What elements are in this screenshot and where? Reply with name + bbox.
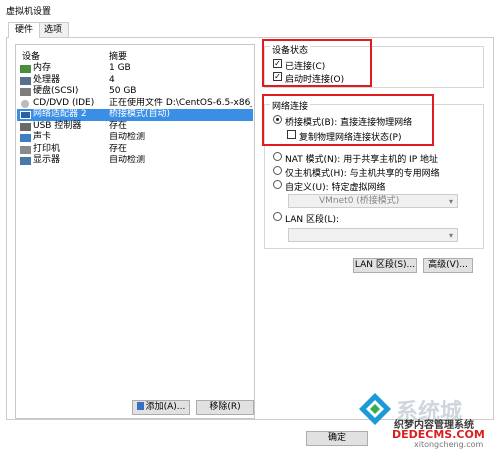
harddisk-icon [20,88,31,96]
device-row-harddisk[interactable]: 硬盘(SCSI) 50 GB [17,86,253,98]
column-header-device: 设备 [22,52,41,62]
device-row-sound-card[interactable]: 声卡 自动检测 [17,132,253,144]
device-row-memory[interactable]: 内存 1 GB [17,63,253,75]
highlight-box-network [262,94,434,146]
device-name: USB 控制器 [33,120,82,131]
remove-button[interactable]: 移除(R) [196,400,254,415]
printer-icon [20,145,31,154]
device-row-cdrom[interactable]: CD/DVD (IDE) 正在使用文件 D:\CentOS-6.5-x86_6.… [17,98,253,110]
cpu-icon [20,76,31,85]
device-name: CD/DVD (IDE) [33,97,95,108]
device-name: 内存 [33,63,52,73]
host-only-radio[interactable] [273,166,282,175]
memory-icon [20,65,31,73]
column-header-summary: 摘要 [109,52,128,62]
device-summary: 自动检测 [109,132,146,142]
device-name: 硬盘(SCSI) [33,86,79,96]
chevron-down-icon: ▾ [448,231,453,240]
usb-icon [20,122,31,131]
device-summary: 自动检测 [109,155,146,165]
device-name: 处理器 [33,74,61,85]
lan-segment-radio[interactable] [273,212,282,221]
device-row-display[interactable]: 显示器 自动检测 [17,155,253,167]
device-name: 显示器 [33,155,61,165]
cdrom-icon [21,99,29,108]
chevron-down-icon: ▾ [448,197,453,206]
highlight-box-device-status [262,39,372,87]
device-row-network-adapter[interactable]: 网络适配器 2 桥接模式(自动) [17,109,253,121]
sound-card-icon [20,134,31,142]
display-icon [20,157,31,165]
advanced-button[interactable]: 高级(V)... [423,258,473,273]
device-row-printer[interactable]: 打印机 存在 [17,144,253,156]
device-name: 打印机 [33,143,61,154]
watermark: 系统城 织梦内容管理系统 DEDECMS.COM xitongcheng.com [356,390,494,450]
watermark-logo-icon [359,393,391,425]
custom-network-select[interactable]: VMnet0 (桥接模式) ▾ [288,194,458,208]
lan-segment-select[interactable]: ▾ [288,228,458,242]
network-adapter-icon [20,111,31,119]
shield-icon [136,402,144,410]
device-summary: 1 GB [109,63,131,73]
device-summary: 50 GB [109,86,137,96]
device-row-usb[interactable]: USB 控制器 存在 [17,121,253,133]
device-summary: 存在 [109,143,128,154]
host-only-label: 仅主机模式(H): 与主机共享的专用网络 [285,169,440,179]
custom-label: 自定义(U): 特定虚拟网络 [285,183,386,193]
tab-hardware[interactable]: 硬件 [8,22,41,38]
nat-label: NAT 模式(N): 用于共享主机的 IP 地址 [285,155,439,165]
window-title: 虚拟机设置 [6,7,52,17]
device-name: 声卡 [33,132,52,142]
device-summary: 正在使用文件 D:\CentOS-6.5-x86_6... [109,97,252,108]
add-button-label: 添加(A)... [145,402,186,412]
custom-network-value: VMnet0 (桥接模式) [319,196,400,206]
nat-radio[interactable] [273,152,282,161]
device-row-processor[interactable]: 处理器 4 [17,75,253,87]
device-name: 网络适配器 2 [33,109,87,119]
device-list: 设备 摘要 内存 1 GB 处理器 4 硬盘(SCSI) 50 GB CD/DV… [15,44,255,419]
lan-segment-label: LAN 区段(L): [285,215,340,225]
lan-segments-button[interactable]: LAN 区段(S)... [353,258,417,273]
device-summary: 桥接模式(自动) [109,109,171,119]
device-summary: 存在 [109,120,128,131]
window-title-bar: 虚拟机设置 [0,0,500,20]
add-button[interactable]: 添加(A)... [132,400,190,415]
watermark-url: xitongcheng.com [414,440,484,449]
device-summary: 4 [109,74,115,85]
tab-options[interactable]: 选项 [37,22,70,37]
custom-radio[interactable] [273,180,282,189]
